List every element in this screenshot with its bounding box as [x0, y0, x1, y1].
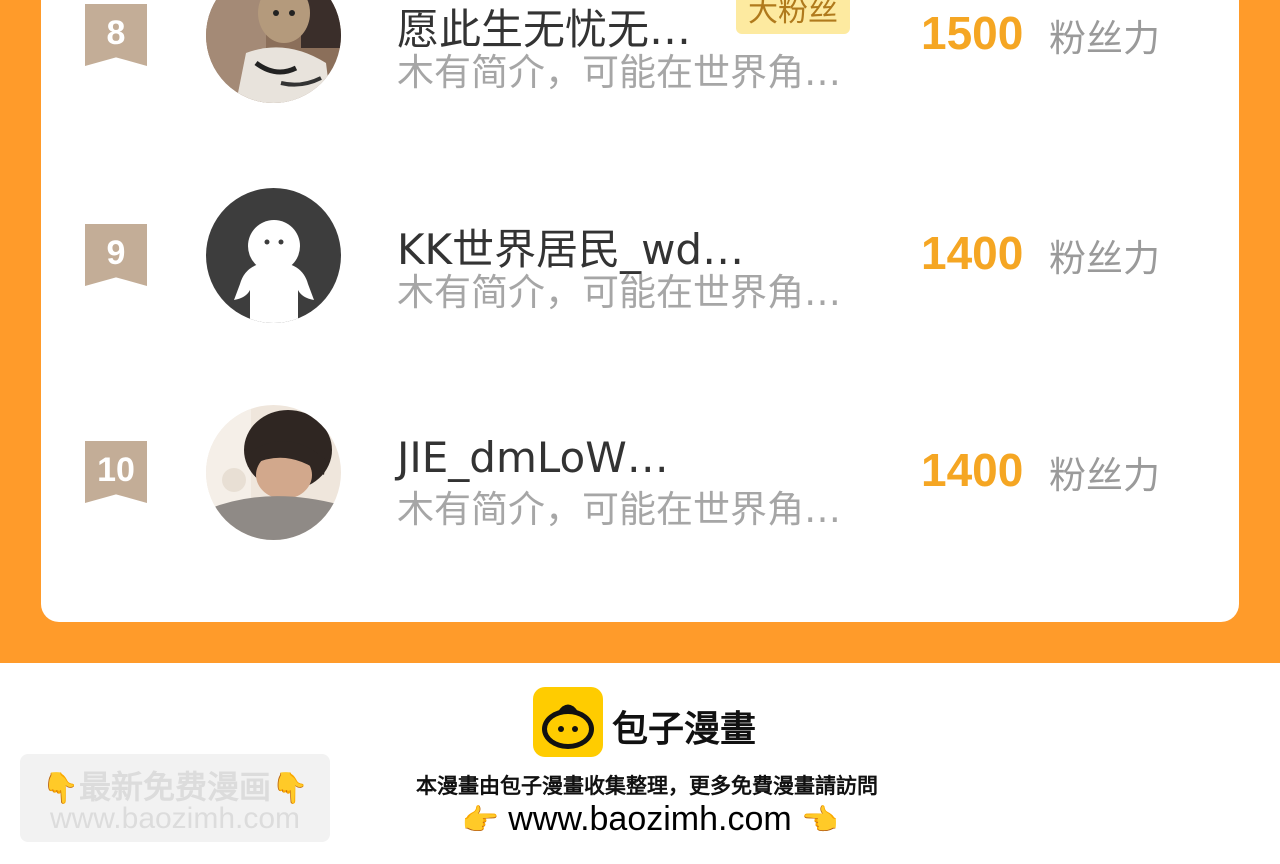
fan-power-unit: 粉丝力: [1049, 454, 1160, 497]
fan-power-score: 1400: [921, 227, 1024, 279]
footer-url-row[interactable]: 👉 www.baozimh.com 👈: [0, 800, 1280, 839]
rank-badge: 10: [85, 441, 147, 503]
footer-note: 本漫畫由包子漫畫收集整理，更多免費漫畫請訪問: [416, 774, 878, 798]
user-avatar[interactable]: [206, 405, 341, 540]
default-user-icon: [206, 188, 341, 323]
user-intro: 木有简介，可能在世界角…: [397, 51, 841, 94]
list-item[interactable]: 8 愿此生无忧无… 大粉丝 木有简介，可能在世界角… 1500 粉丝力: [41, 0, 1239, 108]
brand-name[interactable]: 包子漫畫: [612, 700, 756, 752]
list-item[interactable]: 10 JIE_dmLoW… 木有简介，可能在世界角… 1400 粉丝力: [41, 405, 1239, 545]
baozi-logo-icon[interactable]: [533, 687, 603, 757]
pointing-right-icon: 👉: [461, 804, 499, 837]
user-name[interactable]: JIE_dmLoW…: [397, 433, 669, 482]
fan-power-score: 1400: [921, 444, 1024, 496]
user-intro: 木有简介，可能在世界角…: [397, 271, 841, 314]
fan-level-badge: 大粉丝: [736, 0, 850, 34]
user-intro: 木有简介，可能在世界角…: [397, 488, 841, 531]
fan-power-unit: 粉丝力: [1049, 237, 1160, 280]
footer-url-link[interactable]: www.baozimh.com: [508, 800, 791, 838]
user-avatar[interactable]: [206, 0, 341, 103]
pointing-left-icon: 👈: [801, 804, 839, 837]
cat-photo-icon: [206, 0, 341, 103]
ranking-card: 8 愿此生无忧无… 大粉丝 木有简介，可能在世界角… 1500 粉丝力 9 KK…: [41, 0, 1239, 622]
fan-power-unit: 粉丝力: [1049, 17, 1160, 60]
rank-badge: 8: [85, 4, 147, 66]
fan-power-score: 1500: [921, 7, 1024, 59]
list-item[interactable]: 9 KK世界居民_wd… 木有简介，可能在世界角… 1400 粉丝力: [41, 188, 1239, 328]
user-avatar[interactable]: [206, 188, 341, 323]
person-photo-icon: [206, 405, 341, 540]
rank-badge: 9: [85, 224, 147, 286]
